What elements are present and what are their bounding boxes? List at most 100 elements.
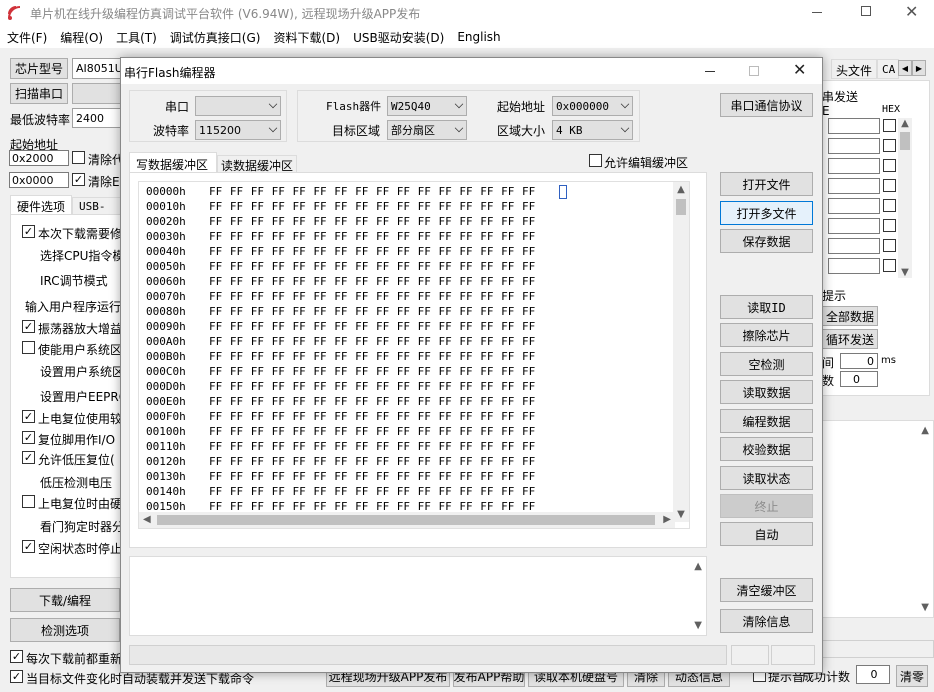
right-scrollbar[interactable]: ▲ ▼: [898, 118, 912, 278]
right-tab-ca[interactable]: CA: [877, 59, 899, 79]
tab-write-buffer[interactable]: 写数据缓冲区: [129, 152, 217, 173]
minimize-icon[interactable]: [812, 12, 822, 13]
blank-check-button[interactable]: 空检测: [720, 352, 813, 376]
serial-hex-checkbox[interactable]: [883, 119, 896, 132]
serial-send-input[interactable]: [828, 158, 880, 174]
menu-tools[interactable]: 工具(T): [116, 29, 157, 46]
hex-bytes[interactable]: FF FF FF FF FF FF FF FF FF FF FF FF FF F…: [209, 335, 535, 348]
hex-bytes[interactable]: FF FF FF FF FF FF FF FF FF FF FF FF FF F…: [209, 365, 535, 378]
right-tab-header[interactable]: 头文件: [831, 59, 877, 79]
clear-buffer-button[interactable]: 清空缓冲区: [720, 578, 813, 602]
serial-send-input[interactable]: [828, 258, 880, 274]
reset-count-button[interactable]: 清零: [896, 665, 928, 687]
interval-input[interactable]: 0: [840, 353, 878, 369]
option-checkbox[interactable]: ✓: [22, 431, 35, 444]
detect-options-button[interactable]: 检测选项: [10, 618, 120, 642]
hex-bytes[interactable]: FF FF FF FF FF FF FF FF FF FF FF FF FF F…: [209, 185, 535, 198]
hex-bytes[interactable]: FF FF FF FF FF FF FF FF FF FF FF FF FF F…: [209, 395, 535, 408]
hex-bytes[interactable]: FF FF FF FF FF FF FF FF FF FF FF FF FF F…: [209, 290, 535, 303]
serial-hex-checkbox[interactable]: [883, 199, 896, 212]
hex-bytes[interactable]: FF FF FF FF FF FF FF FF FF FF FF FF FF F…: [209, 260, 535, 273]
menu-english[interactable]: English: [457, 30, 500, 44]
serial-hex-checkbox[interactable]: [883, 219, 896, 232]
hex-bytes[interactable]: FF FF FF FF FF FF FF FF FF FF FF FF FF F…: [209, 350, 535, 363]
allow-edit-checkbox[interactable]: [589, 154, 602, 167]
left-tab-usb[interactable]: USB-Lin: [72, 197, 122, 226]
flash-device-select[interactable]: W25Q40: [387, 96, 467, 116]
loop-send-button[interactable]: 循环发送: [822, 329, 878, 349]
tab-scroll-right[interactable]: ▶: [912, 60, 926, 76]
area-size-select[interactable]: 4 KB: [552, 120, 633, 140]
open-multi-file-button[interactable]: 打开多文件: [720, 201, 813, 225]
close-icon[interactable]: ✕: [905, 2, 918, 21]
auto-button[interactable]: 自动: [720, 522, 813, 546]
scan-port-button[interactable]: 扫描串口: [10, 83, 68, 104]
hex-bytes[interactable]: FF FF FF FF FF FF FF FF FF FF FF FF FF F…: [209, 380, 535, 393]
tab-scroll-left[interactable]: ◀: [898, 60, 912, 76]
serial-hex-checkbox[interactable]: [883, 179, 896, 192]
hex-bytes[interactable]: FF FF FF FF FF FF FF FF FF FF FF FF FF F…: [209, 485, 535, 498]
option-checkbox[interactable]: ✓: [22, 540, 35, 553]
menu-program[interactable]: 编程(O): [60, 29, 103, 46]
menu-resources[interactable]: 资料下载(D): [273, 29, 340, 46]
hex-bytes[interactable]: FF FF FF FF FF FF FF FF FF FF FF FF FF F…: [209, 200, 535, 213]
dialog-minimize-icon[interactable]: [705, 71, 715, 72]
tab-read-buffer[interactable]: 读数据缓冲区: [217, 155, 297, 173]
menu-usb-driver[interactable]: USB驱动安装(D): [353, 29, 444, 46]
option-checkbox[interactable]: ✓: [22, 410, 35, 423]
option-checkbox[interactable]: [22, 495, 35, 508]
hex-bytes[interactable]: FF FF FF FF FF FF FF FF FF FF FF FF FF F…: [209, 320, 535, 333]
menu-debug[interactable]: 调试仿真接口(G): [170, 29, 261, 46]
download-button[interactable]: 下载/编程: [10, 588, 120, 612]
serial-send-input[interactable]: [828, 238, 880, 254]
save-data-button[interactable]: 保存数据: [720, 229, 813, 253]
serial-send-input[interactable]: [828, 218, 880, 234]
left-tab-hardware[interactable]: 硬件选项: [10, 195, 72, 215]
option-checkbox[interactable]: ✓: [22, 320, 35, 333]
hex-bytes[interactable]: FF FF FF FF FF FF FF FF FF FF FF FF FF F…: [209, 230, 535, 243]
serial-hex-checkbox[interactable]: [883, 139, 896, 152]
hex-bytes[interactable]: FF FF FF FF FF FF FF FF FF FF FF FF FF F…: [209, 440, 535, 453]
redownload-checkbox[interactable]: ✓: [10, 650, 23, 663]
hex-bytes[interactable]: FF FF FF FF FF FF FF FF FF FF FF FF FF F…: [209, 215, 535, 228]
serial-port-select[interactable]: [195, 96, 281, 116]
addr2-input[interactable]: 0x0000: [9, 172, 69, 188]
baud-select[interactable]: 115200: [195, 120, 281, 140]
read-data-button[interactable]: 读取数据: [720, 380, 813, 404]
verify-data-button[interactable]: 校验数据: [720, 437, 813, 461]
open-file-button[interactable]: 打开文件: [720, 172, 813, 196]
serial-hex-checkbox[interactable]: [883, 159, 896, 172]
hex-bytes[interactable]: FF FF FF FF FF FF FF FF FF FF FF FF FF F…: [209, 410, 535, 423]
option-checkbox[interactable]: [22, 341, 35, 354]
auto-reload-checkbox[interactable]: ✓: [10, 670, 23, 683]
hex-view[interactable]: 00000h FF FF FF FF FF FF FF FF FF FF FF F…: [138, 181, 690, 529]
hex-hscrollbar[interactable]: ◀ ▶: [139, 512, 675, 528]
log-scroll-up-icon[interactable]: ▲: [921, 425, 929, 436]
hex-bytes[interactable]: FF FF FF FF FF FF FF FF FF FF FF FF FF F…: [209, 470, 535, 483]
option-checkbox[interactable]: ✓: [22, 451, 35, 464]
clear-info-button[interactable]: 清除信息: [720, 609, 813, 633]
read-id-button[interactable]: 读取ID: [720, 295, 813, 319]
hex-bytes[interactable]: FF FF FF FF FF FF FF FF FF FF FF FF FF F…: [209, 455, 535, 468]
hex-vscrollbar[interactable]: ▲ ▼: [673, 182, 689, 522]
program-data-button[interactable]: 编程数据: [720, 409, 813, 433]
message-area[interactable]: ▲ ▼: [129, 556, 707, 636]
start-address-select[interactable]: 0x000000: [552, 96, 633, 116]
read-status-button[interactable]: 读取状态: [720, 466, 813, 490]
serial-send-input[interactable]: [828, 178, 880, 194]
addr1-input[interactable]: 0x2000: [9, 150, 69, 166]
dialog-close-icon[interactable]: ✕: [793, 60, 806, 79]
hex-bytes[interactable]: FF FF FF FF FF FF FF FF FF FF FF FF FF F…: [209, 245, 535, 258]
hex-bytes[interactable]: FF FF FF FF FF FF FF FF FF FF FF FF FF F…: [209, 305, 535, 318]
maximize-icon[interactable]: [861, 6, 871, 16]
serial-hex-checkbox[interactable]: [883, 239, 896, 252]
hex-bytes[interactable]: FF FF FF FF FF FF FF FF FF FF FF FF FF F…: [209, 425, 535, 438]
clear-code-checkbox[interactable]: [72, 151, 85, 164]
clear-eeprom-checkbox[interactable]: ✓: [72, 173, 85, 186]
serial-protocol-button[interactable]: 串口通信协议: [720, 93, 813, 117]
hex-bytes[interactable]: FF FF FF FF FF FF FF FF FF FF FF FF FF F…: [209, 275, 535, 288]
serial-send-input[interactable]: [828, 118, 880, 134]
serial-send-input[interactable]: [828, 138, 880, 154]
msg-scroll-down-icon[interactable]: ▼: [694, 620, 702, 631]
menu-file[interactable]: 文件(F): [7, 29, 47, 46]
